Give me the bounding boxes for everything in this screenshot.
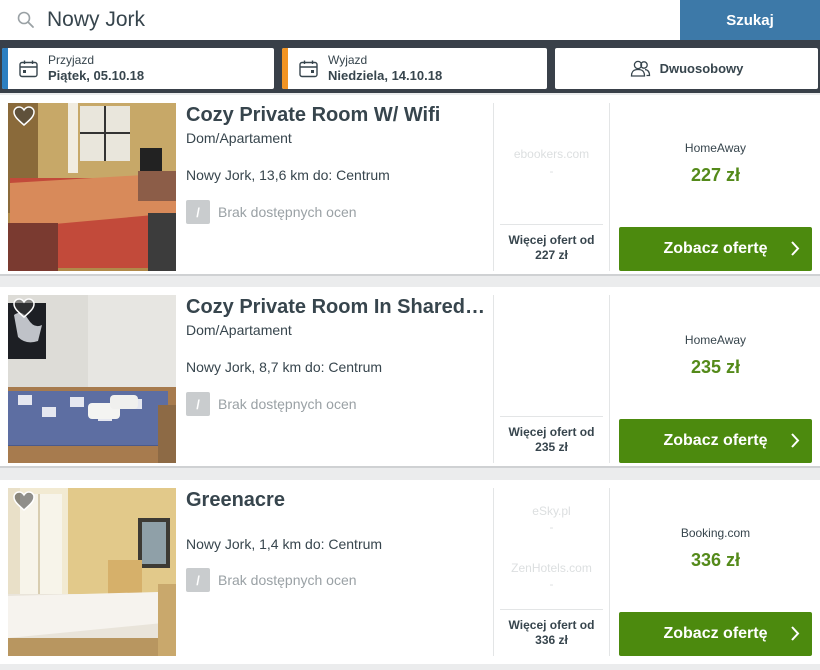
more-offers-link[interactable]: Więcej ofert od 235 zł: [500, 425, 603, 455]
property-type: Dom/Apartament: [186, 322, 292, 338]
result-card: Cozy Private Room W/ Wifi Dom/Apartament…: [0, 95, 820, 276]
result-card: Cozy Private Room In Shared Apartment Do…: [0, 287, 820, 468]
provider-name: Booking.com: [680, 526, 751, 540]
checkout-value: Niedziela, 14.10.18: [328, 68, 443, 83]
provider-name: HomeAway: [684, 333, 747, 347]
more-offers-price: 235 zł: [535, 440, 568, 454]
more-offers-link[interactable]: Więcej ofert od 227 zł: [500, 233, 603, 263]
more-offers-label: Więcej ofert od: [508, 233, 595, 247]
search-icon: [17, 11, 34, 28]
hotel-photo[interactable]: [8, 295, 176, 463]
hotel-photo[interactable]: [8, 488, 176, 656]
checkin-accent: [2, 48, 8, 89]
more-offers-label: Więcej ofert od: [508, 618, 595, 632]
price[interactable]: 235 zł: [619, 357, 812, 378]
rating-text: Brak dostępnych ocen: [218, 204, 357, 220]
other-site-price: -: [549, 577, 554, 591]
divider: [493, 103, 494, 271]
checkin-label: Przyjazd: [48, 53, 95, 67]
divider: [493, 295, 494, 463]
view-offer-label: Zobacz ofertę: [663, 432, 768, 449]
view-offer-button[interactable]: Zobacz ofertę: [619, 227, 812, 271]
guests-icon: [630, 60, 650, 77]
search-button[interactable]: Szukaj: [680, 0, 820, 40]
hotel-title[interactable]: Cozy Private Room W/ Wifi: [186, 104, 486, 127]
property-type: Dom/Apartament: [186, 130, 292, 146]
view-offer-button[interactable]: Zobacz ofertę: [619, 612, 812, 656]
search-bar: Szukaj: [0, 0, 820, 40]
favorite-heart-icon[interactable]: [13, 106, 35, 126]
divider: [609, 295, 610, 463]
chevron-right-icon: [791, 433, 800, 448]
favorite-heart-icon[interactable]: [13, 298, 35, 318]
chevron-right-icon: [791, 241, 800, 256]
calendar-icon: [299, 60, 318, 78]
divider: [609, 488, 610, 656]
other-site-link[interactable]: ZenHotels.com: [500, 561, 603, 575]
divider: [500, 416, 603, 417]
divider: [609, 103, 610, 271]
checkout-accent: [282, 48, 288, 89]
guests-label: Dwuosobowy: [659, 61, 744, 76]
checkout-field[interactable]: Wyjazd Niedziela, 14.10.18: [282, 48, 547, 89]
price[interactable]: 336 zł: [619, 550, 812, 571]
other-site-price: -: [549, 164, 554, 178]
rating-badge: /: [186, 200, 210, 224]
view-offer-label: Zobacz ofertę: [663, 240, 768, 257]
calendar-icon: [19, 60, 38, 78]
divider: [500, 609, 603, 610]
checkin-field[interactable]: Przyjazd Piątek, 05.10.18: [2, 48, 274, 89]
rating-badge: /: [186, 568, 210, 592]
chevron-right-icon: [791, 626, 800, 641]
view-offer-label: Zobacz ofertę: [663, 625, 768, 642]
hotel-location: Nowy Jork, 8,7 km do: Centrum: [186, 359, 383, 375]
checkout-label: Wyjazd: [328, 53, 368, 67]
view-offer-button[interactable]: Zobacz ofertę: [619, 419, 812, 463]
hotel-location: Nowy Jork, 1,4 km do: Centrum: [186, 536, 383, 552]
provider-name: HomeAway: [684, 141, 747, 155]
more-offers-link[interactable]: Więcej ofert od 336 zł: [500, 618, 603, 648]
checkin-value: Piątek, 05.10.18: [48, 68, 145, 83]
favorite-heart-icon[interactable]: [13, 491, 35, 511]
result-card: Greenacre Nowy Jork, 1,4 km do: Centrum …: [0, 480, 820, 664]
rating-text: Brak dostępnych ocen: [218, 572, 357, 588]
other-site-link[interactable]: ebookers.com: [500, 147, 603, 161]
more-offers-price: 336 zł: [535, 633, 568, 647]
hotel-location: Nowy Jork, 13,6 km do: Centrum: [186, 167, 390, 183]
guests-field[interactable]: Dwuosobowy: [555, 48, 818, 89]
more-offers-label: Więcej ofert od: [508, 425, 595, 439]
divider: [493, 488, 494, 656]
hotel-title[interactable]: Cozy Private Room In Shared Apartment: [186, 296, 486, 319]
other-site-link[interactable]: eSky.pl: [500, 504, 603, 518]
search-input[interactable]: [47, 6, 667, 34]
divider: [500, 224, 603, 225]
rating-badge: /: [186, 392, 210, 416]
rating-text: Brak dostępnych ocen: [218, 396, 357, 412]
hotel-photo[interactable]: [8, 103, 176, 271]
other-site-price: -: [549, 520, 554, 534]
more-offers-price: 227 zł: [535, 248, 568, 262]
hotel-title[interactable]: Greenacre: [186, 489, 486, 512]
price[interactable]: 227 zł: [619, 165, 812, 186]
